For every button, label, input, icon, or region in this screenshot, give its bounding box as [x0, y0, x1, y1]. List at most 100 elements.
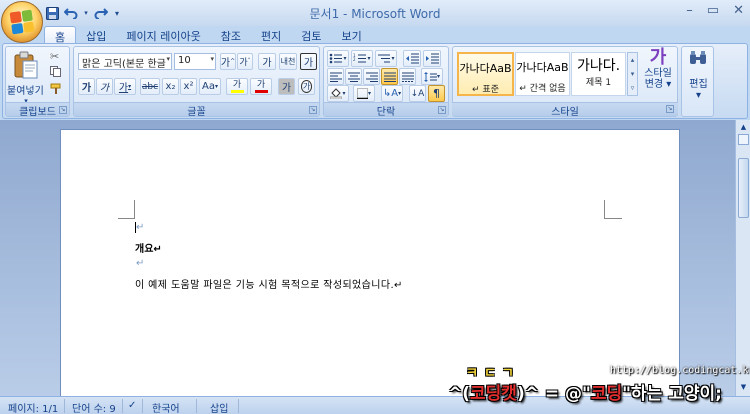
proofing-icon[interactable]: ✓: [128, 400, 136, 411]
style-heading-1-name: 제목 1: [585, 78, 612, 88]
sort-button[interactable]: ↓A: [409, 85, 426, 102]
bullets-button[interactable]: ▾: [327, 50, 349, 67]
tab-view[interactable]: 보기: [331, 26, 371, 44]
character-border-button[interactable]: 가: [300, 53, 317, 70]
status-insert-mode[interactable]: 삽입: [210, 400, 228, 414]
change-case-button[interactable]: Aa ▾: [199, 78, 221, 95]
numbering-button[interactable]: 1 2 ▾: [351, 50, 373, 67]
paragraph-launcher-icon[interactable]: ↘: [438, 106, 446, 114]
clipboard-group: 붙여넣기 ▾ ✂ 클립보드 ↘: [5, 46, 70, 118]
paragraph-mark: ↵: [136, 258, 145, 269]
highlight-button[interactable]: 가: [226, 78, 248, 95]
align-center-button[interactable]: [345, 68, 362, 85]
change-styles-label: 스타일: [644, 68, 672, 79]
window-title: 문서1 - Microsoft Word: [309, 7, 441, 21]
scroll-thumb[interactable]: [738, 158, 749, 218]
paragraph-group-label: 단락: [324, 102, 448, 118]
asian-layout-icon: ↳A: [382, 88, 399, 99]
tab-page-layout[interactable]: 페이지 레이아웃: [116, 26, 210, 44]
status-separator: [122, 399, 123, 413]
document-body-text-value: 이 예제 도움말 파일은 기능 시험 목적으로 작성되었습니다.↵: [135, 280, 403, 291]
line-spacing-button[interactable]: ▾: [421, 68, 443, 85]
phonetic-guide-button[interactable]: 내천: [279, 53, 297, 70]
font-group-label: 글꼴: [74, 102, 319, 118]
document-page[interactable]: [60, 129, 680, 399]
scroll-up-icon[interactable]: ▲: [738, 122, 749, 133]
format-painter-icon[interactable]: [50, 83, 62, 95]
tab-references[interactable]: 참조: [211, 26, 251, 44]
office-button[interactable]: [1, 1, 43, 43]
copy-icon[interactable]: [50, 66, 61, 77]
superscript-button[interactable]: x²: [180, 78, 197, 95]
character-shading-button[interactable]: 가: [278, 78, 295, 95]
align-left-button[interactable]: [327, 68, 344, 85]
show-marks-button[interactable]: ¶: [428, 85, 445, 102]
asian-layout-button[interactable]: ↳A ▾: [381, 85, 403, 102]
strikethrough-button[interactable]: abc: [140, 78, 160, 95]
styles-launcher-icon[interactable]: ↘: [666, 105, 674, 113]
close-icon[interactable]: ✕: [733, 3, 744, 18]
status-word-count[interactable]: 단어 수: 9: [72, 400, 116, 414]
bold-button[interactable]: 가: [78, 78, 95, 95]
margin-mark-tl-v: [134, 200, 135, 218]
clipboard-launcher-icon[interactable]: ↘: [59, 106, 67, 114]
shrink-font-button[interactable]: 가ˇ: [237, 53, 253, 70]
clear-formatting-button[interactable]: 가: [258, 53, 276, 70]
align-center-icon: [347, 72, 360, 82]
vertical-scrollbar[interactable]: ▲ ▼: [735, 120, 750, 396]
tab-review[interactable]: 검토: [291, 26, 331, 44]
decrease-indent-icon: [405, 53, 419, 64]
status-language[interactable]: 한국어: [152, 400, 180, 414]
subscript-button[interactable]: x₂: [162, 78, 179, 95]
style-normal[interactable]: 가나다AaB ↵ 표준: [457, 52, 514, 96]
style-no-spacing[interactable]: 가나다AaB ↵ 간격 없음: [515, 52, 570, 96]
cut-icon[interactable]: ✂: [50, 50, 59, 63]
shrink-font-label: 가: [239, 58, 248, 68]
shading-button[interactable]: ▾: [327, 85, 349, 102]
margin-mark-tl-h: [118, 218, 135, 219]
ruler-toggle-icon[interactable]: [738, 134, 749, 145]
font-size-select[interactable]: 10 ▾: [174, 53, 216, 70]
margin-mark-tr-v: [604, 200, 605, 218]
increase-indent-button[interactable]: [423, 50, 441, 67]
strikethrough-label: abc: [141, 81, 159, 92]
align-right-button[interactable]: [363, 68, 380, 85]
document-heading: 개요↵: [135, 240, 162, 255]
minimize-icon[interactable]: –: [686, 3, 693, 18]
change-styles-button[interactable]: 가 스타일 변경 ▾: [640, 48, 676, 98]
phonetic-guide-label: 내천: [280, 57, 296, 66]
underline-button[interactable]: 가 ▾: [114, 78, 136, 95]
distributed-icon: [401, 72, 414, 82]
pilcrow-icon: ¶: [433, 87, 440, 100]
borders-button[interactable]: ▾: [353, 85, 375, 102]
decrease-indent-button[interactable]: [403, 50, 421, 67]
font-launcher-icon[interactable]: ↘: [309, 106, 317, 114]
italic-button[interactable]: 가: [96, 78, 113, 95]
editing-label: 편집 ▾: [689, 79, 708, 101]
enclose-characters-button[interactable]: 가: [298, 78, 315, 95]
tab-mailings[interactable]: 편지: [251, 26, 291, 44]
style-no-spacing-sample: 가나다AaB: [516, 61, 569, 74]
grow-font-button[interactable]: 가 ^: [220, 53, 236, 70]
paste-icon: [14, 51, 38, 79]
editing-label-text: 편집: [689, 79, 708, 90]
paste-button[interactable]: 붙여넣기 ▾: [7, 49, 44, 105]
watermark-part: 코딩: [590, 384, 623, 404]
style-heading-1[interactable]: 가나다. 제목 1: [571, 52, 626, 96]
maximize-icon[interactable]: ▭: [707, 3, 719, 18]
font-name-select[interactable]: 맑은 고딕(본문 한글 ▾: [78, 53, 172, 70]
multilevel-list-button[interactable]: ▾: [375, 50, 397, 67]
font-name-value: 맑은 고딕(본문 한글: [82, 59, 166, 70]
styles-gallery-scroll[interactable]: ▴ ▾ ▿: [627, 52, 638, 96]
find-icon[interactable]: [689, 51, 707, 67]
tab-insert[interactable]: 삽입: [76, 26, 116, 44]
document-line-1: ↵: [135, 222, 144, 233]
distributed-button[interactable]: [399, 68, 416, 85]
style-normal-name: ↵ 표준: [472, 85, 499, 95]
document-line-3: ↵: [135, 258, 144, 269]
scroll-down-icon[interactable]: ▼: [738, 382, 749, 393]
status-page[interactable]: 페이지: 1/1: [8, 400, 58, 414]
justify-button[interactable]: [381, 68, 398, 85]
tab-home[interactable]: 홈: [44, 26, 77, 44]
font-color-button[interactable]: 가: [250, 78, 272, 95]
